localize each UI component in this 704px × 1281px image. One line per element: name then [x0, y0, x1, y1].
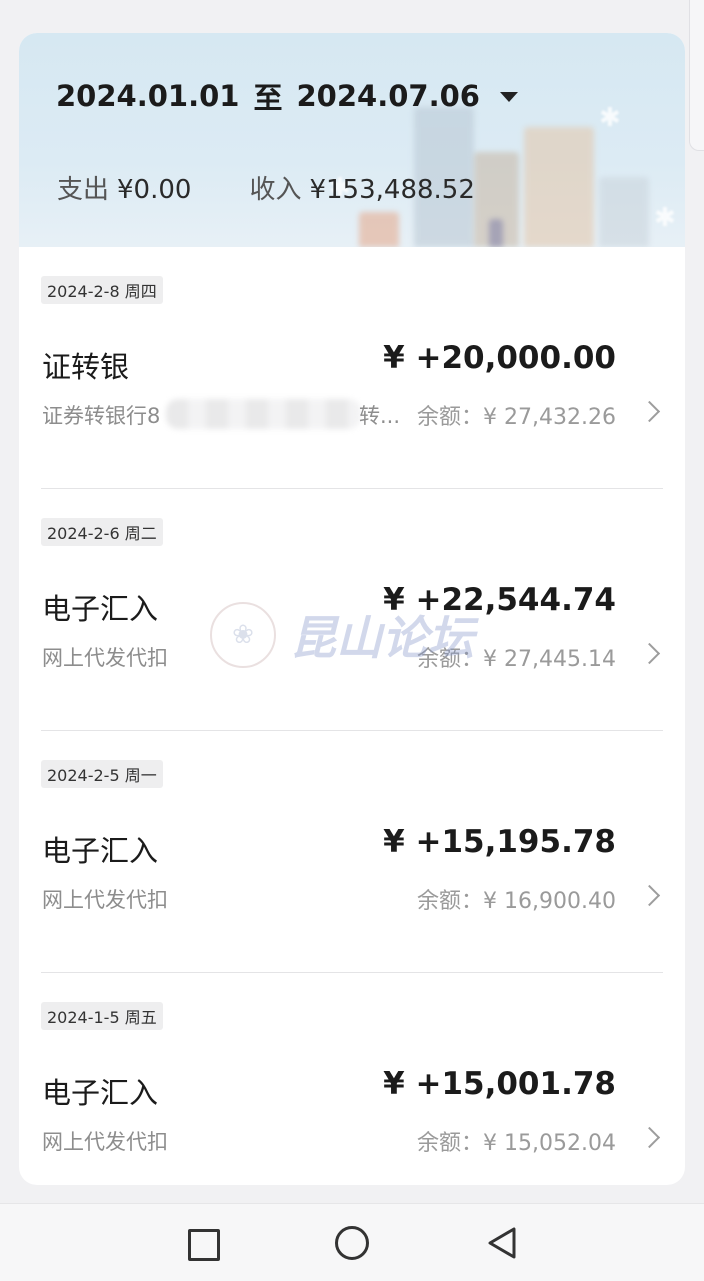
balance-text: 余额：¥ 27,432.26: [417, 405, 616, 430]
balance-text: 余额：¥ 16,900.40: [417, 889, 616, 914]
transaction-description: 证券转银行8: [42, 404, 161, 428]
transaction-title: 电子汇入: [42, 834, 159, 868]
system-navigation-bar: [0, 1203, 704, 1281]
date-tag: 2024-2-8 周四: [41, 276, 163, 304]
chevron-right-icon: [638, 1126, 661, 1149]
transaction-title: 电子汇入: [42, 1076, 159, 1110]
totals-summary: 支出 ¥0.00 收入 ¥153,488.52: [57, 169, 475, 206]
transaction-description: 网上代发代扣: [42, 646, 168, 670]
square-icon[interactable]: [185, 1226, 220, 1261]
expense-label: 支出: [57, 175, 110, 205]
header-banner: ✱ ✱ ✱ 2024.01.01 至 2024.07.06 支出 ¥0.00 收入…: [19, 33, 685, 247]
date-tag: 2024-2-6 周二: [41, 518, 163, 546]
circle-icon[interactable]: [335, 1226, 369, 1260]
transaction-item[interactable]: 2024-1-5 周五 电子汇入 ¥ +15,001.78 网上代发代扣 余额：…: [41, 973, 663, 1185]
balance-text: 余额：¥ 15,052.04: [417, 1131, 616, 1156]
income-label: 收入: [249, 175, 302, 205]
balance-text: 余额：¥ 27,445.14: [417, 647, 616, 672]
transaction-amount: ¥ +15,001.78: [383, 1066, 616, 1102]
date-to: 2024.07.06: [296, 79, 480, 113]
caret-down-icon: [499, 92, 518, 102]
date-from: 2024.01.01: [56, 79, 240, 113]
transaction-list: 2024-2-8 周四 证转银 ¥ +20,000.00 证券转银行8 转...…: [19, 247, 685, 1185]
transaction-description: 网上代发代扣: [42, 1130, 168, 1154]
income-value: ¥153,488.52: [309, 175, 475, 205]
expense-value: ¥0.00: [117, 175, 192, 205]
date-range-selector[interactable]: 2024.01.01 至 2024.07.06: [56, 75, 518, 117]
transactions-card: ✱ ✱ ✱ 2024.01.01 至 2024.07.06 支出 ¥0.00 收入…: [19, 33, 685, 1185]
expense-total: 支出 ¥0.00: [57, 169, 191, 206]
date-range-separator: 至: [253, 81, 283, 115]
transaction-amount: ¥ +22,544.74: [383, 582, 616, 618]
transaction-title: 证转银: [42, 350, 130, 384]
date-tag: 2024-2-5 周一: [41, 760, 163, 788]
chevron-right-icon: [638, 642, 661, 665]
chevron-right-icon: [638, 400, 661, 423]
transaction-amount: ¥ +15,195.78: [383, 824, 616, 860]
transaction-item[interactable]: 2024-2-8 周四 证转银 ¥ +20,000.00 证券转银行8 转...…: [41, 247, 663, 489]
transaction-amount: ¥ +20,000.00: [383, 340, 616, 376]
transaction-item[interactable]: 2024-2-6 周二 电子汇入 ¥ +22,544.74 网上代发代扣 余额：…: [41, 489, 663, 731]
transaction-item[interactable]: 2024-2-5 周一 电子汇入 ¥ +15,195.78 网上代发代扣 余额：…: [41, 731, 663, 973]
redacted-account-mask: [166, 399, 361, 429]
chevron-right-icon: [638, 884, 661, 907]
transaction-title: 电子汇入: [42, 592, 159, 626]
transaction-description-tail: 转...: [359, 404, 401, 428]
date-tag: 2024-1-5 周五: [41, 1002, 163, 1030]
scroll-indicator: [689, 0, 704, 151]
triangle-back-icon[interactable]: [486, 1226, 520, 1260]
transaction-description: 网上代发代扣: [42, 888, 168, 912]
income-total: 收入 ¥153,488.52: [249, 169, 474, 206]
